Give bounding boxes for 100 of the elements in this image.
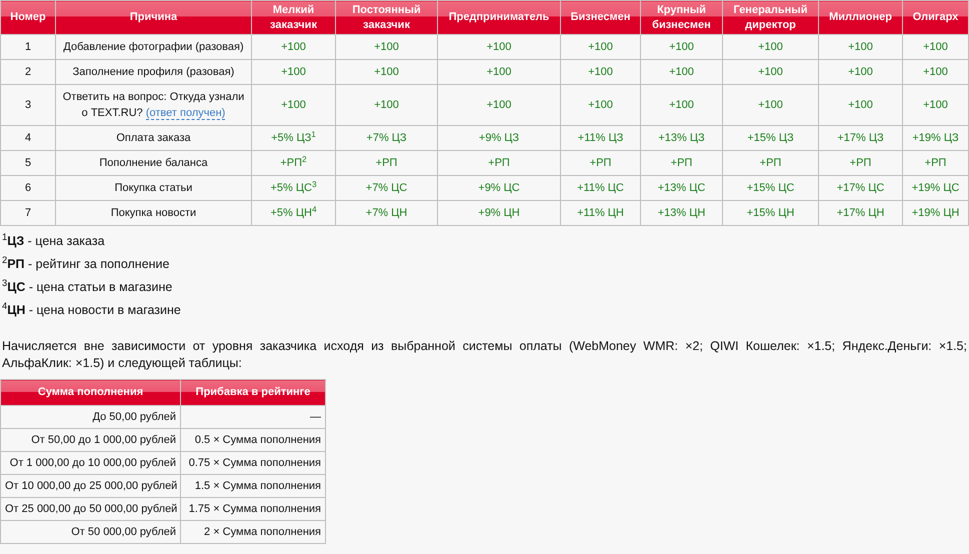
- table-cell: От 50,00 до 1 000,00 рублей: [0, 428, 180, 452]
- table-cell: От 50 000,00 рублей: [0, 520, 180, 544]
- table-cell: +15% ЦЗ: [722, 126, 818, 150]
- table-cell: Заполнение профиля (разовая): [56, 60, 252, 84]
- table-cell: +5% ЦС$^{3}$: [252, 176, 336, 200]
- column-header: Генеральный директор: [722, 0, 818, 34]
- table-cell: 5: [0, 150, 56, 176]
- table-cell: +100: [438, 60, 560, 84]
- table-cell: Добавление фотографии (разовая): [56, 34, 252, 60]
- table-cell: От 25 000,00 до 50 000,00 рублей: [0, 498, 180, 520]
- table-cell: +19% ЦН: [902, 200, 968, 226]
- column-header: Постоянный заказчик: [336, 0, 438, 34]
- table-cell: +11% ЦЗ: [560, 126, 640, 150]
- table-cell: +100: [640, 34, 722, 60]
- table-cell: 0.75 × Сумма пополнения: [180, 452, 326, 474]
- table-cell: До 50,00 рублей: [0, 406, 180, 428]
- table-cell: +11% ЦС: [560, 176, 640, 200]
- table-cell: 4: [0, 126, 56, 150]
- table-cell: 0.5 × Сумма пополнения: [180, 428, 326, 452]
- table-cell: +100: [640, 60, 722, 84]
- table-cell: +РП: [902, 150, 968, 176]
- table-cell: +100: [722, 34, 818, 60]
- table-cell: Ответить на вопрос: Откуда узнали о TEXT.RU? (ответ получен): [56, 84, 252, 126]
- table-cell: +100: [818, 34, 902, 60]
- table-cell: —: [180, 406, 326, 428]
- table-cell: +100: [722, 60, 818, 84]
- table-cell: +РП: [438, 150, 560, 176]
- table-cell: 2 × Сумма пополнения: [180, 520, 326, 544]
- table-cell: +19% ЦЗ: [902, 126, 968, 150]
- footnote: $^{3}$ЦС - цена статьи в магазине: [2, 279, 174, 296]
- table-cell: 1.5 × Сумма пополнения: [180, 474, 326, 498]
- table-cell: +9% ЦН: [438, 200, 560, 226]
- table-cell: +17% ЦС: [818, 176, 902, 200]
- column-header: Крупный бизнесмен: [640, 0, 722, 34]
- table-cell: Пополнение баланса: [56, 150, 252, 176]
- table-cell: +100: [902, 34, 968, 60]
- table-cell: От 10 000,00 до 25 000,00 рублей: [0, 474, 180, 498]
- table-cell: +100: [252, 34, 336, 60]
- footnote: $^{1}$ЦЗ - цена заказа: [2, 233, 106, 250]
- footnote: $^{4}$ЦН - цена новости в магазине: [2, 302, 182, 319]
- footnote: $^{2}$РП - рейтинг за пополнение: [2, 256, 170, 273]
- table-cell: 3: [0, 84, 56, 126]
- table-cell: +100: [560, 34, 640, 60]
- column-header: Миллионер: [818, 0, 902, 34]
- description: Начисляется вне зависимости от уровня заказчика исходя из выбранной системы оплаты (WebMoney WMR: ×2; QIWI Кошелек: ×1.5; Яндекс.Деньги: ×1.5; АльфаКлик: ×1.5) и следующей таблицы:: [1, 338, 968, 372]
- table-cell: 2: [0, 60, 56, 84]
- column-header: Бизнесмен: [560, 0, 640, 34]
- table-cell: +9% ЦС: [438, 176, 560, 200]
- column-header: Мелкий заказчик: [252, 0, 336, 34]
- table-cell: +РП: [560, 150, 640, 176]
- table-cell: +13% ЦЗ: [640, 126, 722, 150]
- table-cell: +100: [560, 84, 640, 126]
- table-cell: 1: [0, 34, 56, 60]
- table-cell: +РП: [818, 150, 902, 176]
- table-cell: +100: [336, 84, 438, 126]
- table-cell: +5% ЦЗ$^{1}$: [252, 126, 336, 150]
- column-header: Причина: [56, 0, 252, 34]
- table-cell: +19% ЦС: [902, 176, 968, 200]
- table-cell: +5% ЦН$^{4}$: [252, 200, 336, 226]
- table-cell: 7: [0, 200, 56, 226]
- table-cell: +100: [722, 84, 818, 126]
- table-cell: +7% ЦЗ: [336, 126, 438, 150]
- column-header: Прибавка в рейтинге: [180, 380, 326, 406]
- column-header: Номер: [0, 0, 56, 34]
- table-cell: +100: [640, 84, 722, 126]
- table-cell: Оплата заказа: [56, 126, 252, 150]
- table-cell: Покупка статьи: [56, 176, 252, 200]
- table-cell: +100: [336, 34, 438, 60]
- table-cell: +13% ЦН: [640, 200, 722, 226]
- table-cell: +100: [560, 60, 640, 84]
- table-cell: +13% ЦС: [640, 176, 722, 200]
- column-header: Сумма пополнения: [0, 380, 180, 406]
- table-cell: +17% ЦЗ: [818, 126, 902, 150]
- table-cell: +100: [252, 84, 336, 126]
- table-cell: +15% ЦС: [722, 176, 818, 200]
- table-cell: +17% ЦН: [818, 200, 902, 226]
- answer-link[interactable]: (ответ получен): [146, 107, 226, 120]
- table-cell: +7% ЦС: [336, 176, 438, 200]
- table-cell: +100: [902, 60, 968, 84]
- table-cell: Покупка новости: [56, 200, 252, 226]
- table-cell: +100: [818, 84, 902, 126]
- column-header: Предприниматель: [438, 0, 560, 34]
- table-cell: +РП: [722, 150, 818, 176]
- table-cell: 1.75 × Сумма пополнения: [180, 498, 326, 520]
- table-cell: +11% ЦН: [560, 200, 640, 226]
- table-cell: +100: [438, 34, 560, 60]
- table-cell: +7% ЦН: [336, 200, 438, 226]
- table-cell: От 1 000,00 до 10 000,00 рублей: [0, 452, 180, 474]
- table-cell: +15% ЦН: [722, 200, 818, 226]
- table-cell: +100: [336, 60, 438, 84]
- table-cell: +РП: [640, 150, 722, 176]
- table-cell: +100: [438, 84, 560, 126]
- table-cell: +РП: [336, 150, 438, 176]
- column-header: Олигарх: [902, 0, 968, 34]
- table-cell: +100: [902, 84, 968, 126]
- table-cell: +9% ЦЗ: [438, 126, 560, 150]
- table-cell: +РП$^{2}$: [252, 150, 336, 176]
- table-cell: 6: [0, 176, 56, 200]
- table-cell: +100: [818, 60, 902, 84]
- table-cell: +100: [252, 60, 336, 84]
